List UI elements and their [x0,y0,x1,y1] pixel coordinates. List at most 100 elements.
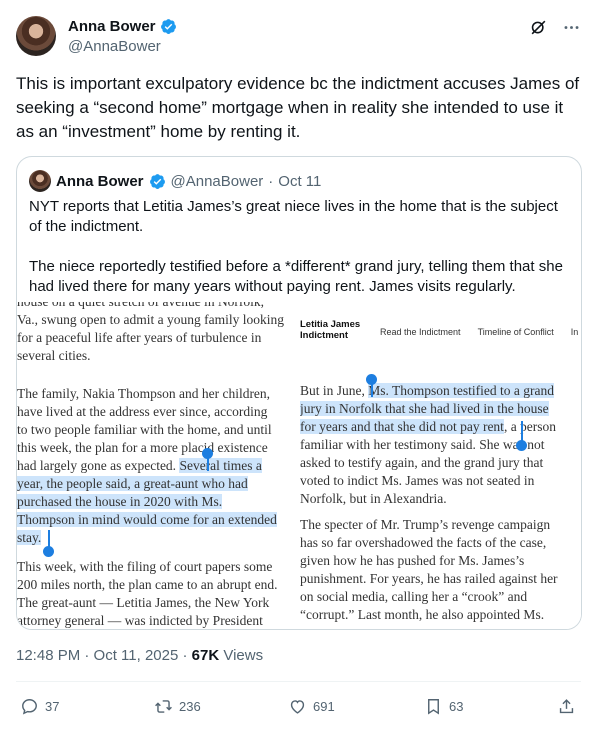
bookmark-count: 63 [449,699,464,714]
like-button[interactable]: 691 [288,697,335,716]
nyt-nav-links: Read the Indictment Timeline of Conflict… [380,323,578,341]
tweet-text: This is important exculpatory evidence b… [16,74,580,141]
article-line: year, the people said, a great-aunt who … [17,475,300,493]
article-line: several cities. [17,348,91,363]
repost-button[interactable]: 236 [154,697,201,716]
article-line: purchased the house in 2020 with Ms. [17,493,300,511]
selection-start-caret [371,381,373,397]
author-name-row[interactable]: Anna Bower [68,18,177,35]
article-line: given how he has pushed for Ms. James’s [300,553,525,568]
article-line: The specter of Mr. Trump’s revenge campa… [300,517,551,532]
views-count: 67K [191,647,220,664]
tweet-timestamp[interactable]: 12:48 PM · Oct 11, 2025 · [16,647,192,664]
article-line: Va., swung open to admit a young family … [17,312,284,327]
author-avatar[interactable] [16,16,56,56]
author-name[interactable]: Anna Bower [68,18,156,35]
quote-paragraph: The niece reportedly testified before a … [29,258,563,295]
article-line: jury in Norfolk that she had lived in th… [300,400,581,418]
article-line: familiar with her testimony said. She wa… [300,437,545,452]
article-line: “corrupt.” Last month, he also appointed… [300,607,545,622]
selection-end-handle[interactable] [516,440,527,451]
quote-paragraph: NYT reports that Letitia James’s great n… [29,198,558,235]
share-icon [559,699,574,714]
selection-end-caret [48,530,50,548]
heart-icon [290,700,305,714]
article-line: for a peaceful life after years of turbu… [17,330,262,345]
article-line: for years and that she did not pay rent,… [300,418,581,436]
article-text: But in June, [300,383,365,398]
quote-avatar [29,170,51,192]
tweet-meta: 12:48 PM · Oct 11, 2025 · 67K Views [16,647,263,664]
article-paragraph: The family, Nakia Thompson and her child… [17,385,300,547]
action-bar: 37 236 691 63 [20,697,581,719]
highlighted-text[interactable]: year, the people said, a great-aunt who … [17,476,248,491]
article-line: Thompson in mind would come for an exten… [17,511,300,529]
article-line: house on a quiet stretch of avenue in No… [17,302,300,311]
nyt-nav-bar: Letitia James Indictment Read the Indict… [300,319,581,343]
article-paragraph: This week, with the filing of court pape… [17,558,300,629]
article-line: punishment. For years, he has railed aga… [300,571,558,586]
article-line: this week, the plan for a more placid ex… [17,440,268,455]
nyt-section-title[interactable]: Letitia James Indictment [300,319,360,341]
nyt-nav-link[interactable]: Timeline of Conflict [478,323,554,341]
views-label: Views [219,647,264,664]
more-options-icon[interactable] [562,18,581,37]
article-paragraph: The specter of Mr. Trump’s revenge campa… [300,516,581,624]
article-text: had largely gone as expected. [17,458,177,473]
highlighted-text[interactable]: Several times a [179,458,262,473]
separator: · [268,172,274,190]
article-line: attorney general — was indicted by Presi… [17,613,263,628]
article-line: The great-aunt — Letitia James, the New … [17,595,270,610]
highlighted-text[interactable]: Thompson in mind would come for an exten… [17,512,277,527]
quote-text: NYT reports that Letitia James’s great n… [29,197,569,317]
article-line: 200 miles north, the plan came to an abr… [17,577,278,592]
highlighted-text[interactable]: stay. [17,530,42,545]
verified-badge-icon [160,19,176,34]
article-line: stay. [17,529,300,547]
quote-header: Anna Bower @AnnaBower · Oct 11 [29,170,321,192]
reply-count: 37 [45,699,60,714]
article-line: have lived at the address ever since, ac… [17,404,268,419]
divider [16,681,581,682]
article-line: to two people familiar with the home, an… [17,422,272,437]
quote-author-handle: @AnnaBower [170,172,264,190]
repost-icon [155,700,172,713]
article-line: on social media, calling her a “crook” a… [300,589,528,604]
article-text: , a person [503,419,557,434]
author-handle[interactable]: @AnnaBower [68,38,161,55]
bookmark-icon [428,699,439,715]
article-line: Norfolk, but in Alexandria. [300,491,447,506]
reply-icon [22,699,37,715]
header-icons [529,18,581,37]
nyt-title-line: Indictment [300,330,349,341]
highlighted-text[interactable]: purchased the house in 2020 with Ms. [17,494,223,509]
selection-start-caret [207,455,209,471]
nyt-nav-link[interactable]: In [571,323,579,341]
article-line: The family, Nakia Thompson and her child… [17,386,271,401]
article-line: This week, with the filing of court pape… [17,559,273,574]
article-line: asked to testify again, and the grand ju… [300,455,544,470]
quoted-tweet[interactable]: Anna Bower @AnnaBower · Oct 11 NYT repor… [16,156,582,630]
reply-button[interactable]: 37 [20,697,59,716]
article-paragraph: house on a quiet stretch of avenue in No… [17,302,300,365]
nyt-title-line: Letitia James [300,319,361,330]
article-paragraph: But in June, Ms. Thompson testified to a… [300,382,581,508]
article-screenshot: house on a quiet stretch of avenue in No… [17,302,581,629]
tweet-header: Anna Bower @AnnaBower [16,16,581,60]
quote-date: Oct 11 [278,172,322,190]
article-line: had largely gone as expected. Several ti… [17,457,300,475]
nyt-nav-link[interactable]: Read the Indictment [380,323,461,341]
like-count: 691 [313,699,335,714]
article-line: But in June, Ms. Thompson testified to a… [300,382,581,400]
share-button[interactable] [557,697,576,716]
grok-icon[interactable] [529,18,548,37]
quote-author-name: Anna Bower [56,172,144,190]
repost-count: 236 [179,699,201,714]
highlighted-text[interactable]: Ms. Thompson testified to a grand [368,383,554,398]
bookmark-button[interactable]: 63 [424,697,463,716]
article-line: has so far overshadowed the facts of the… [300,535,547,550]
highlighted-text[interactable]: jury in Norfolk that she had lived in th… [300,401,549,416]
article-line: voted to indict Ms. James was not seated… [300,473,535,488]
highlighted-text[interactable]: for years and that she did not pay rent [300,419,504,434]
selection-end-caret [521,421,523,441]
